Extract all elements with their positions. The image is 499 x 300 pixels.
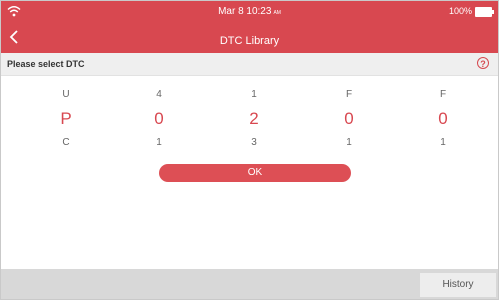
- picker-selected-value[interactable]: 2: [239, 109, 269, 129]
- picker-next-value[interactable]: 3: [239, 137, 269, 148]
- status-ampm: AM: [273, 10, 281, 16]
- ok-button[interactable]: OK: [159, 164, 351, 182]
- picker-prev-value[interactable]: F: [334, 89, 364, 100]
- picker-prev-value[interactable]: 4: [144, 89, 174, 100]
- status-bar: Mar 8 10:23 AM 100%: [1, 1, 498, 23]
- picker-next-value[interactable]: 1: [334, 137, 364, 148]
- picker-prev-value[interactable]: 1: [239, 89, 269, 100]
- battery-icon: [475, 7, 494, 17]
- picker-prev-value[interactable]: U: [51, 89, 81, 100]
- app-window: Mar 8 10:23 AM 100% DTC Library Please se…: [0, 0, 499, 300]
- picker-selected-value[interactable]: 0: [334, 109, 364, 129]
- picker-selected-value[interactable]: 0: [428, 109, 458, 129]
- status-time: Mar 8 10:23: [218, 6, 272, 17]
- status-datetime: Mar 8 10:23 AM: [1, 6, 498, 17]
- help-icon[interactable]: ?: [477, 57, 489, 69]
- header-bar: Mar 8 10:23 AM 100% DTC Library: [1, 1, 498, 53]
- picker-selected-value[interactable]: 0: [144, 109, 174, 129]
- picker-prev-value[interactable]: F: [428, 89, 458, 100]
- picker-next-value[interactable]: 1: [428, 137, 458, 148]
- picker-next-value[interactable]: C: [51, 137, 81, 148]
- page-title: DTC Library: [219, 35, 280, 47]
- history-button[interactable]: History: [420, 273, 496, 297]
- picker-selected-value[interactable]: P: [51, 109, 81, 129]
- subheader-bar: Please select DTC ?: [1, 53, 498, 76]
- battery-level: 100%: [448, 6, 472, 16]
- footer-bar: History: [1, 269, 498, 299]
- select-prompt: Please select DTC: [7, 59, 85, 69]
- picker-next-value[interactable]: 1: [144, 137, 174, 148]
